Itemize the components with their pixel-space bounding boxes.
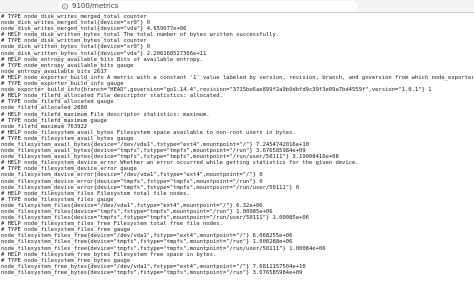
info-icon[interactable] [62,3,68,10]
url-path: 9100/metrics [72,2,119,10]
url-text: 9100/metrics [72,1,118,12]
address-bar: 9100/metrics [0,0,474,13]
metric-line: node_filesystem_free_bytes{device="tmpfs… [1,269,303,276]
browser-window: 9100/metrics # TYPE node_disk_writes_mer… [0,0,474,281]
metrics-text: # TYPE node_disk_writes_merged_total cou… [1,14,473,281]
url-field[interactable]: 9100/metrics [58,1,358,12]
